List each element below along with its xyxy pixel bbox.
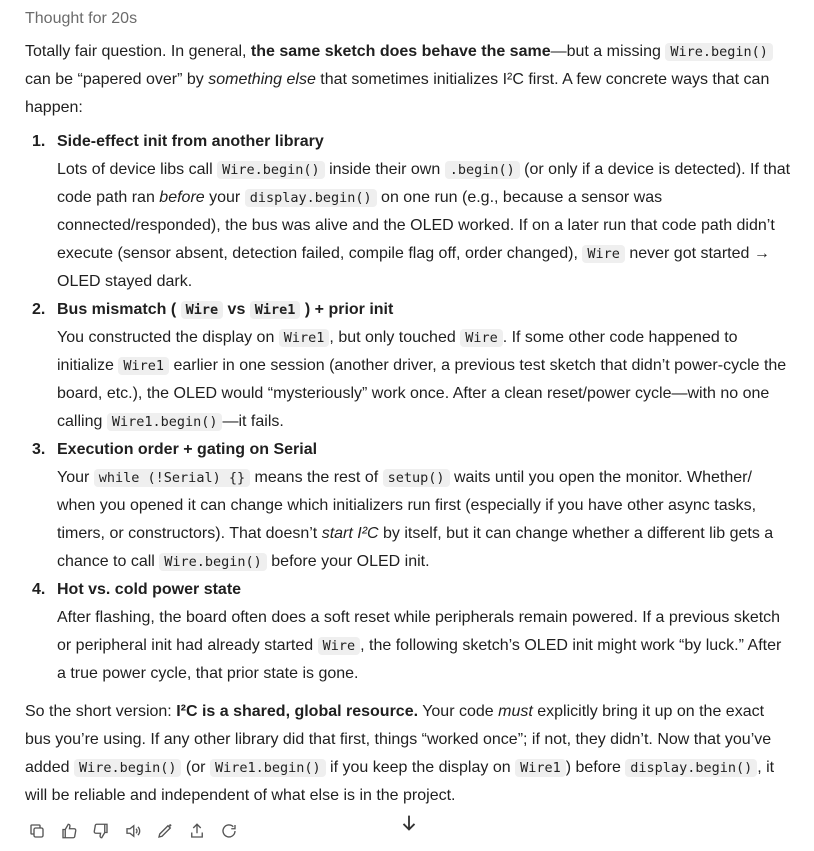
list-number: 3.: [32, 441, 46, 458]
thought-duration-label[interactable]: Thought for 20s: [25, 6, 137, 32]
thumbs-up-icon[interactable]: [57, 819, 81, 843]
edit-icon[interactable]: [153, 819, 177, 843]
reasons-list: 1. Side-effect init from another library…: [25, 128, 793, 688]
intro-text: can be “papered over” by: [25, 71, 209, 88]
inline-code: display.begin(): [625, 759, 758, 777]
list-number: 2.: [32, 301, 46, 318]
share-icon[interactable]: [185, 819, 209, 843]
inline-code: Wire.begin(): [217, 161, 325, 179]
inline-code: Wire1.begin(): [209, 759, 326, 777]
regenerate-icon[interactable]: [217, 819, 241, 843]
inline-code: setup(): [382, 469, 450, 487]
intro-paragraph: Totally fair question. In general, the s…: [25, 38, 793, 122]
intro-text: —but a missing: [550, 43, 666, 60]
inline-code: Wire.begin(): [159, 553, 267, 571]
inline-code: Wire1: [278, 329, 330, 347]
inline-code: Wire1: [249, 301, 301, 319]
chat-response: Thought for 20s Totally fair question. I…: [0, 0, 814, 851]
inline-code: while (!Serial) {}: [93, 469, 251, 487]
closing-paragraph: So the short version: I²C is a shared, g…: [25, 703, 775, 804]
message-actions-toolbar: [25, 818, 241, 844]
inline-code: .begin(): [444, 161, 520, 179]
list-item: 2. Bus mismatch ( Wire vs Wire1 ) + prio…: [25, 296, 793, 436]
list-item-title: Side-effect init from another library: [57, 133, 324, 150]
list-item-body: After flashing, the board often does a s…: [57, 609, 782, 682]
list-item-title: Bus mismatch ( Wire vs Wire1 ) + prior i…: [57, 301, 394, 319]
inline-code: Wire1.begin(): [106, 413, 223, 431]
inline-code: display.begin(): [244, 189, 377, 207]
inline-code: Wire1: [118, 357, 169, 375]
intro-italic: something else: [208, 71, 316, 88]
list-item: 1. Side-effect init from another library…: [25, 128, 793, 296]
speaker-icon[interactable]: [121, 819, 145, 843]
intro-bold: the same sketch does behave the same: [250, 43, 551, 60]
list-item: 3. Execution order + gating on Serial Yo…: [25, 436, 793, 576]
arrow-down-icon: [402, 815, 416, 831]
inline-code: Wire.begin(): [73, 759, 182, 777]
inline-code: Wire.begin(): [665, 43, 773, 61]
list-item-title: Hot vs. cold power state: [57, 581, 242, 598]
scroll-down-button[interactable]: [395, 809, 423, 837]
intro-text: Totally fair question. In general,: [25, 43, 251, 60]
inline-code: Wire: [460, 329, 503, 347]
inline-code: Wire: [180, 301, 224, 319]
inline-code: Wire: [317, 637, 361, 655]
list-item-title: Execution order + gating on Serial: [57, 441, 318, 458]
copy-icon[interactable]: [25, 819, 49, 843]
list-number: 4.: [32, 581, 46, 598]
list-item-body: You constructed the display on Wire1, bu…: [57, 329, 787, 431]
response-body: Totally fair question. In general, the s…: [25, 38, 793, 810]
thumbs-down-icon[interactable]: [89, 819, 113, 843]
list-number: 1.: [32, 133, 46, 150]
list-item-body: Your while (!Serial) {} means the rest o…: [57, 469, 774, 571]
list-item: 4. Hot vs. cold power state After flashi…: [25, 576, 793, 688]
list-item-body: Lots of device libs call Wire.begin() in…: [57, 161, 791, 290]
inline-code: Wire1: [515, 759, 566, 777]
inline-code: Wire: [582, 245, 625, 263]
